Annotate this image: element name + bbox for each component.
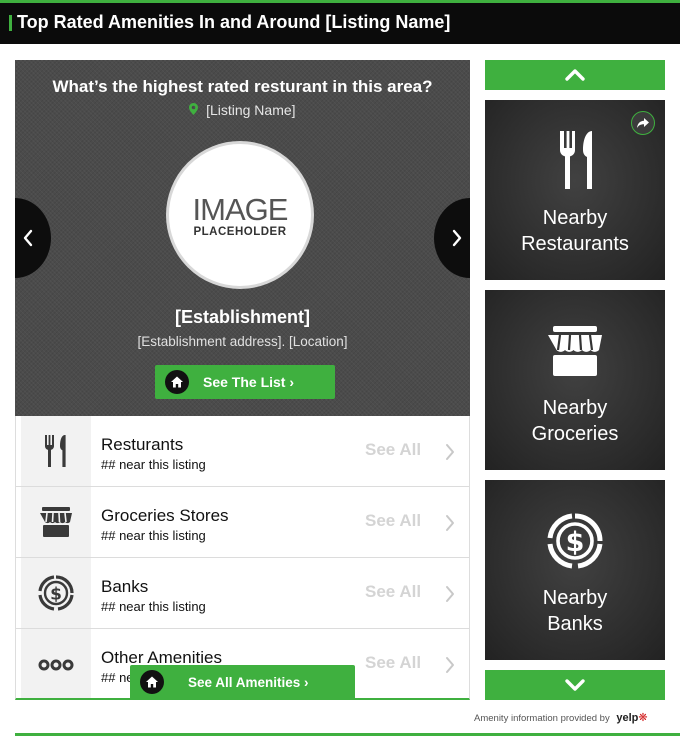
list-item-groceries[interactable]: Groceries Stores ## near this listing Se… xyxy=(16,487,469,558)
list-item-restaurants[interactable]: Resturants ## near this listing See All xyxy=(16,416,469,487)
home-icon xyxy=(165,370,189,394)
nearby-groceries-tile[interactable]: Nearby Groceries xyxy=(485,290,665,470)
svg-text:$: $ xyxy=(566,527,585,558)
placeholder-text-placeholder: PLACEHOLDER xyxy=(193,226,287,238)
chevron-up-icon xyxy=(565,69,585,81)
scroll-up-button[interactable] xyxy=(485,60,665,90)
chevron-down-icon xyxy=(565,679,585,691)
next-button[interactable] xyxy=(434,198,470,278)
credit-text: Amenity information provided by xyxy=(474,713,610,724)
see-the-list-label: See The List › xyxy=(203,374,295,390)
see-all-link[interactable]: See All xyxy=(365,582,421,602)
tile-label-line1: Nearby xyxy=(542,397,608,419)
amenity-name: Banks xyxy=(101,577,149,596)
tile-label-line2: Banks xyxy=(547,613,603,635)
tile-label: Nearby Groceries xyxy=(485,395,665,447)
placeholder-text-image: IMAGE xyxy=(192,192,289,227)
chevron-right-icon xyxy=(452,229,462,247)
tile-label-line1: Nearby xyxy=(542,207,608,229)
chevron-right-icon xyxy=(446,586,454,602)
dollar-coin-icon: $ xyxy=(547,513,603,569)
yelp-credit: Amenity information provided by yelp❋ xyxy=(474,711,648,724)
yelp-burst-icon: ❋ xyxy=(638,712,648,724)
establishment-address: [Establishment address]. [Location] xyxy=(137,334,348,349)
see-all-link[interactable]: See All xyxy=(365,511,421,531)
storefront-icon xyxy=(548,326,602,376)
see-the-list-button[interactable]: See The List › xyxy=(155,365,335,399)
amenity-count: ## near this listing xyxy=(101,599,206,614)
row-icon-box xyxy=(21,416,91,486)
map-pin-icon xyxy=(189,103,202,118)
row-icon-box xyxy=(21,629,91,698)
establishment-image-placeholder: IMAGE PLACEHOLDER xyxy=(166,141,314,289)
feature-question: What’s the highest rated resturant in th… xyxy=(52,77,433,96)
storefront-icon xyxy=(40,507,72,537)
amenity-count: ## near this listing xyxy=(101,457,206,472)
fork-knife-icon xyxy=(560,131,592,189)
establishment-name: [Establishment] xyxy=(174,307,311,327)
row-icon-box xyxy=(21,487,91,557)
tile-label-line1: Nearby xyxy=(542,587,608,609)
tile-label: Nearby Banks xyxy=(485,585,665,637)
see-all-link[interactable]: See All xyxy=(365,653,421,673)
see-all-amenities-button[interactable]: See All Amenities › xyxy=(130,665,355,699)
tile-label: Nearby Restaurants xyxy=(485,205,665,257)
chevron-right-icon xyxy=(446,657,454,673)
nearby-restaurants-tile[interactable]: Nearby Restaurants xyxy=(485,100,665,280)
chevron-right-icon xyxy=(446,515,454,531)
feature-location: [Listing Name] xyxy=(15,102,470,118)
share-button[interactable] xyxy=(631,111,655,135)
amenity-name: Groceries Stores xyxy=(101,506,229,525)
tile-label-line2: Groceries xyxy=(531,423,619,445)
page-title: Top Rated Amenities In and Around [Listi… xyxy=(17,12,451,32)
listing-name: [Listing Name] xyxy=(206,102,296,118)
more-dots-icon xyxy=(38,659,74,671)
yelp-logo[interactable]: yelp❋ xyxy=(616,712,647,724)
yelp-wordmark: yelp xyxy=(616,712,639,724)
see-all-link[interactable]: See All xyxy=(365,440,421,460)
dollar-coin-icon: $ xyxy=(38,575,74,611)
tile-label-line2: Restaurants xyxy=(521,233,629,255)
row-icon-box: $ xyxy=(21,558,91,628)
fork-knife-icon xyxy=(45,435,66,467)
previous-button[interactable] xyxy=(15,198,51,278)
chevron-left-icon xyxy=(23,229,33,247)
chevron-right-icon xyxy=(446,444,454,460)
page-header: Top Rated Amenities In and Around [Listi… xyxy=(0,3,680,44)
header-accent-bar xyxy=(9,15,12,31)
scroll-down-button[interactable] xyxy=(485,670,665,700)
featured-establishment-card: What’s the highest rated resturant in th… xyxy=(15,60,470,416)
list-item-banks[interactable]: $ Banks ## near this listing See All xyxy=(16,558,469,629)
svg-text:$: $ xyxy=(50,585,62,605)
amenity-list: Resturants ## near this listing See All … xyxy=(15,416,470,700)
home-icon xyxy=(140,670,164,694)
see-all-amenities-label: See All Amenities › xyxy=(188,675,309,690)
amenity-count: ## near this listing xyxy=(101,528,206,543)
nearby-banks-tile[interactable]: $ Nearby Banks xyxy=(485,480,665,660)
share-icon xyxy=(637,118,649,128)
amenity-name: Resturants xyxy=(101,435,184,454)
